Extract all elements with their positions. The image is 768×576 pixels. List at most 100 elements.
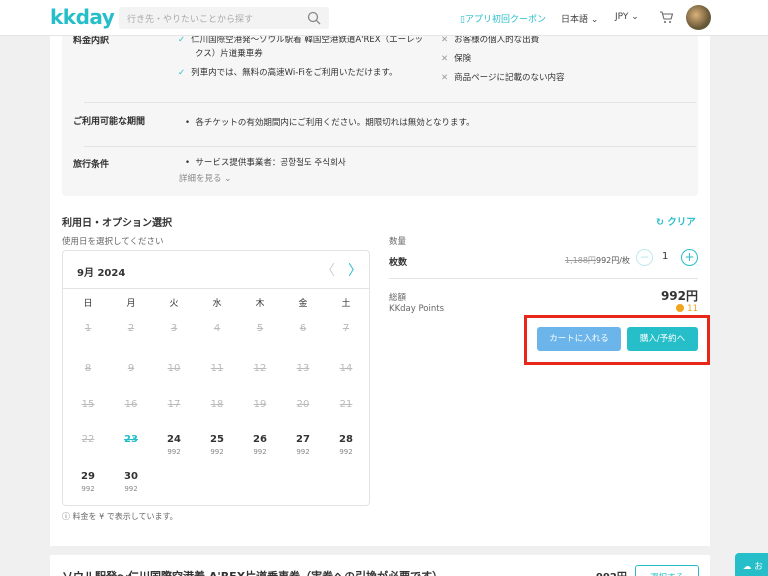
chevron-down-icon: ⌄ xyxy=(224,174,232,184)
calendar-day[interactable]: 28 992 xyxy=(326,434,366,456)
day-number: 15 xyxy=(81,399,95,410)
calendar-day-disabled: 5 xyxy=(240,323,280,334)
calendar-day-disabled: 10 xyxy=(154,363,194,374)
calendar-day[interactable]: 24 992 xyxy=(154,434,194,456)
add-to-cart-button[interactable]: カートに入れる xyxy=(537,327,621,351)
points-label: KKday Points xyxy=(389,304,445,314)
excluded-item: ✕ 保険 xyxy=(441,54,472,64)
excluded-item: ✕ 商品ページに記載のない内容 xyxy=(441,73,565,83)
calendar: 9月 2024 〈 〉 日月火水木金土 1 2 3 4 5 6 7 8 9 10 11 12 13 14 15… xyxy=(62,250,370,506)
date-prompt: 使用日を選択してください xyxy=(62,237,164,247)
divider xyxy=(389,278,698,279)
cart-icon[interactable] xyxy=(659,10,673,24)
price-note: ⓘ 料金を ¥ で表示しています。 xyxy=(62,512,178,521)
terms-label: 旅行条件 xyxy=(73,160,110,170)
day-price: 992 xyxy=(167,448,181,456)
calendar-day-disabled: 14 xyxy=(326,363,366,374)
day-number: 2 xyxy=(127,323,135,334)
day-number: 28 xyxy=(339,434,353,445)
weekday-header: 水 xyxy=(212,299,222,309)
coin-icon xyxy=(676,304,685,312)
day-number: 17 xyxy=(167,399,181,410)
calendar-day-disabled: 22 xyxy=(68,434,108,445)
calendar-day-disabled: 19 xyxy=(240,399,280,410)
product-card: 料金内訳 ✓ 仁川国際空港発〜ソウル駅着 韓国空港鉄道A'REX（エーレッ クス）… xyxy=(50,35,710,546)
more-details-link[interactable]: 詳細を見る ⌄ xyxy=(179,172,231,184)
original-price: 1,188円 xyxy=(565,256,596,265)
refresh-icon: ↻ xyxy=(656,217,668,228)
calendar-day[interactable]: 29 992 xyxy=(68,471,108,493)
quantity-value: 1 xyxy=(662,251,669,262)
divider xyxy=(84,102,696,103)
search-icon[interactable] xyxy=(307,11,321,25)
calendar-day-disabled: 1 xyxy=(68,323,108,334)
buy-now-button[interactable]: 購入/予約へ xyxy=(627,327,698,351)
calendar-day-disabled: 6 xyxy=(283,323,323,334)
quantity-label: 数量 xyxy=(389,237,407,247)
included-item: ✓ 列車内では、無料の高速Wi-Fiをご利用いただけます。 xyxy=(178,68,398,78)
day-number: 5 xyxy=(256,323,264,334)
decrease-quantity-button[interactable]: − xyxy=(636,249,653,266)
next-month-button[interactable]: 〉 xyxy=(348,260,362,280)
calendar-day-disabled: 13 xyxy=(283,363,323,374)
total-label: 総額 xyxy=(389,293,407,303)
day-price: 992 xyxy=(81,485,95,493)
check-icon: ✓ xyxy=(178,35,186,45)
points-value: 11 xyxy=(676,304,698,314)
day-number: 18 xyxy=(210,399,224,410)
select-button[interactable]: 選択する xyxy=(635,565,699,576)
day-number: 13 xyxy=(296,363,310,374)
calendar-day-today[interactable]: 23 xyxy=(111,434,151,445)
weekday-header: 土 xyxy=(341,299,351,309)
top-header: kkday 行き先・やりたいことから探す ▯アプリ初回クーポン 日本語 ⌄ JP… xyxy=(0,0,768,36)
day-number: 16 xyxy=(124,399,138,410)
chevron-down-icon: ⌄ xyxy=(590,15,599,25)
calendar-day[interactable]: 30 992 xyxy=(111,471,151,493)
day-number: 30 xyxy=(124,471,138,482)
search-placeholder: 行き先・やりたいことから探す xyxy=(127,15,254,25)
day-number: 29 xyxy=(81,471,95,482)
cross-icon: ✕ xyxy=(441,54,449,64)
day-number: 24 xyxy=(167,434,181,445)
day-number: 20 xyxy=(296,399,310,410)
kkday-logo[interactable]: kkday xyxy=(50,5,115,29)
calendar-day-disabled: 18 xyxy=(197,399,237,410)
app-coupon-link[interactable]: ▯アプリ初回クーポン xyxy=(460,12,546,25)
calendar-day[interactable]: 26 992 xyxy=(240,434,280,456)
calendar-day-disabled: 15 xyxy=(68,399,108,410)
day-number: 19 xyxy=(253,399,267,410)
day-number: 12 xyxy=(253,363,267,374)
prev-month-button[interactable]: 〈 xyxy=(321,260,335,280)
section-title: 利用日・オプション選択 xyxy=(62,218,172,229)
period-text: • 各チケットの有効期間内にご利用ください。期限切れは無効となります。 xyxy=(185,118,475,128)
clear-button[interactable]: ↻ クリア xyxy=(656,214,696,228)
help-chat-button[interactable]: ☁ お xyxy=(735,553,768,576)
language-selector[interactable]: 日本語 ⌄ xyxy=(561,12,598,25)
day-price: 992 xyxy=(296,448,310,456)
calendar-month: 9月 2024 xyxy=(77,268,126,279)
search-input[interactable]: 行き先・やりたいことから探す xyxy=(119,7,329,29)
check-icon: ✓ xyxy=(178,68,186,78)
total-price: 992円 xyxy=(660,289,698,303)
calendar-day-disabled: 21 xyxy=(326,399,366,410)
avatar[interactable] xyxy=(686,5,711,30)
calendar-day[interactable]: 25 992 xyxy=(197,434,237,456)
product-details: 料金内訳 ✓ 仁川国際空港発〜ソウル駅着 韓国空港鉄道A'REX（エーレッ クス）… xyxy=(62,35,698,196)
day-number: 9 xyxy=(127,363,135,374)
next-product-title: ソウル駅発〜仁川国際空港着 A'REX片道乗車券（実券への引換が必要です） xyxy=(62,568,443,576)
day-number: 26 xyxy=(253,434,267,445)
increase-quantity-button[interactable]: + xyxy=(681,249,698,266)
info-icon: ⓘ xyxy=(62,512,73,521)
calendar-day-disabled: 16 xyxy=(111,399,151,410)
period-label: ご利用可能な期間 xyxy=(73,117,146,127)
calendar-day-disabled: 12 xyxy=(240,363,280,374)
divider xyxy=(63,288,369,289)
calendar-day[interactable]: 27 992 xyxy=(283,434,323,456)
chevron-down-icon: ⌄ xyxy=(631,12,639,22)
currency-selector[interactable]: JPY ⌄ xyxy=(615,12,639,22)
chat-icon: ☁ xyxy=(743,562,755,572)
calendar-day-disabled: 7 xyxy=(326,323,366,334)
cross-icon: ✕ xyxy=(441,73,449,83)
next-product-price: 992円 xyxy=(596,568,627,576)
day-number: 4 xyxy=(213,323,221,334)
